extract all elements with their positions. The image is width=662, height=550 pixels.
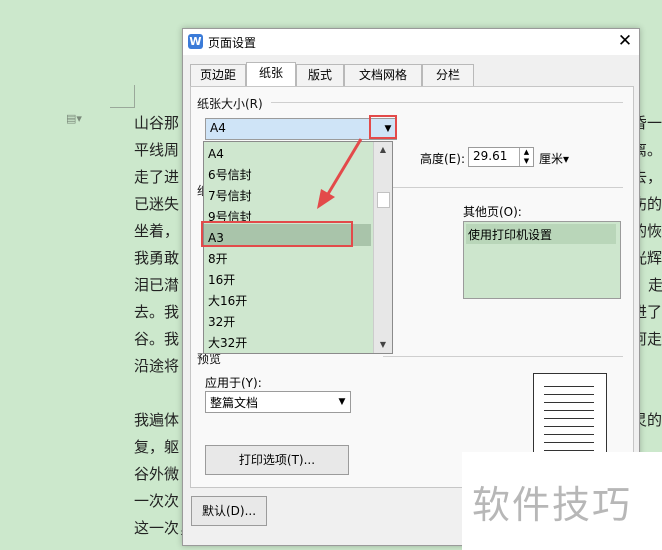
tab-document-grid[interactable]: 文档网格 xyxy=(344,64,422,86)
document-line: 谷外微 xyxy=(134,465,180,483)
apply-to-label: 应用于(Y): xyxy=(205,376,262,390)
dropdown-item[interactable]: A4 xyxy=(208,144,224,164)
tab-margins[interactable]: 页边距 xyxy=(190,64,246,86)
dropdown-item[interactable]: 16开 xyxy=(208,270,235,290)
preview-line xyxy=(544,418,594,419)
dialog-titlebar: W 页面设置 ✕ xyxy=(183,29,639,55)
watermark-text: 软件技巧 xyxy=(472,483,633,527)
document-line: 平线周 xyxy=(134,141,180,159)
preview-line xyxy=(544,394,594,395)
document-line: 去。我 xyxy=(134,303,180,321)
document-line: 走了进 xyxy=(134,168,180,186)
preview-line xyxy=(544,450,594,451)
page-corner-marker xyxy=(110,85,135,108)
scroll-down-icon[interactable]: ▼ xyxy=(374,337,392,353)
preview-line xyxy=(544,410,594,411)
group-divider xyxy=(383,356,623,357)
height-unit[interactable]: 厘米▾ xyxy=(539,150,569,167)
highlight-box-a3 xyxy=(201,221,353,247)
preview-line xyxy=(544,434,594,435)
apply-to-value: 整篇文档 xyxy=(210,396,259,410)
group-divider xyxy=(271,102,623,103)
spin-arrows-icon[interactable]: ▲ ▼ xyxy=(519,148,533,166)
dropdown-item[interactable]: 6号信封 xyxy=(208,165,252,185)
close-icon[interactable]: ✕ xyxy=(615,31,635,51)
tab-layout[interactable]: 版式 xyxy=(296,64,344,86)
document-line: 我勇敢 xyxy=(134,249,180,267)
height-input[interactable]: 29.61 ▲ ▼ xyxy=(468,147,534,167)
dropdown-item[interactable]: 大32开 xyxy=(208,333,247,353)
height-label: 高度(E): xyxy=(420,152,465,166)
print-options-button[interactable]: 打印选项(T)... xyxy=(205,445,349,475)
document-line: 走 xyxy=(648,276,662,294)
dropdown-item[interactable]: 大16开 xyxy=(208,291,247,311)
document-line: 谷。我 xyxy=(134,330,180,348)
preview-line xyxy=(544,426,594,427)
document-line: 坐着， xyxy=(134,222,180,240)
other-pages-label: 其他页(O): xyxy=(463,205,522,219)
paper-size-value: A4 xyxy=(210,121,226,135)
default-button[interactable]: 默认(D)... xyxy=(191,496,267,526)
preview-line xyxy=(544,386,594,387)
dropdown-item[interactable]: 32开 xyxy=(208,312,235,332)
dialog-title: 页面设置 xyxy=(208,36,257,50)
document-line: 我遍体 xyxy=(134,411,180,429)
document-line: 山谷那 xyxy=(134,114,180,132)
document-line: 一次次 xyxy=(134,492,180,510)
document-line: 已迷失 xyxy=(134,195,180,213)
paragraph-icon[interactable]: ▤▾ xyxy=(66,112,82,126)
tab-columns[interactable]: 分栏 xyxy=(422,64,474,86)
tab-paper[interactable]: 纸张 xyxy=(246,62,296,87)
dropdown-item[interactable]: 7号信封 xyxy=(208,186,252,206)
other-pages-list[interactable]: 使用打印机设置 xyxy=(463,221,621,299)
document-line: 沿途将 xyxy=(134,357,180,375)
other-pages-value: 使用打印机设置 xyxy=(468,228,553,242)
preview-line xyxy=(544,402,594,403)
preview-line xyxy=(544,442,594,443)
chevron-down-icon[interactable]: ▼ xyxy=(334,392,350,412)
height-value: 29.61 xyxy=(473,149,508,163)
paper-size-label: 纸张大小(R) xyxy=(197,97,263,111)
annotation-arrow-icon xyxy=(317,138,363,209)
document-line: 泪已潸 xyxy=(134,276,180,294)
document-line: 复，躯 xyxy=(134,438,180,456)
apply-to-select[interactable]: 整篇文档 ▼ xyxy=(205,391,351,413)
wps-app-icon: W xyxy=(188,34,203,49)
group-divider xyxy=(383,187,623,188)
dropdown-item[interactable]: 8开 xyxy=(208,249,228,269)
